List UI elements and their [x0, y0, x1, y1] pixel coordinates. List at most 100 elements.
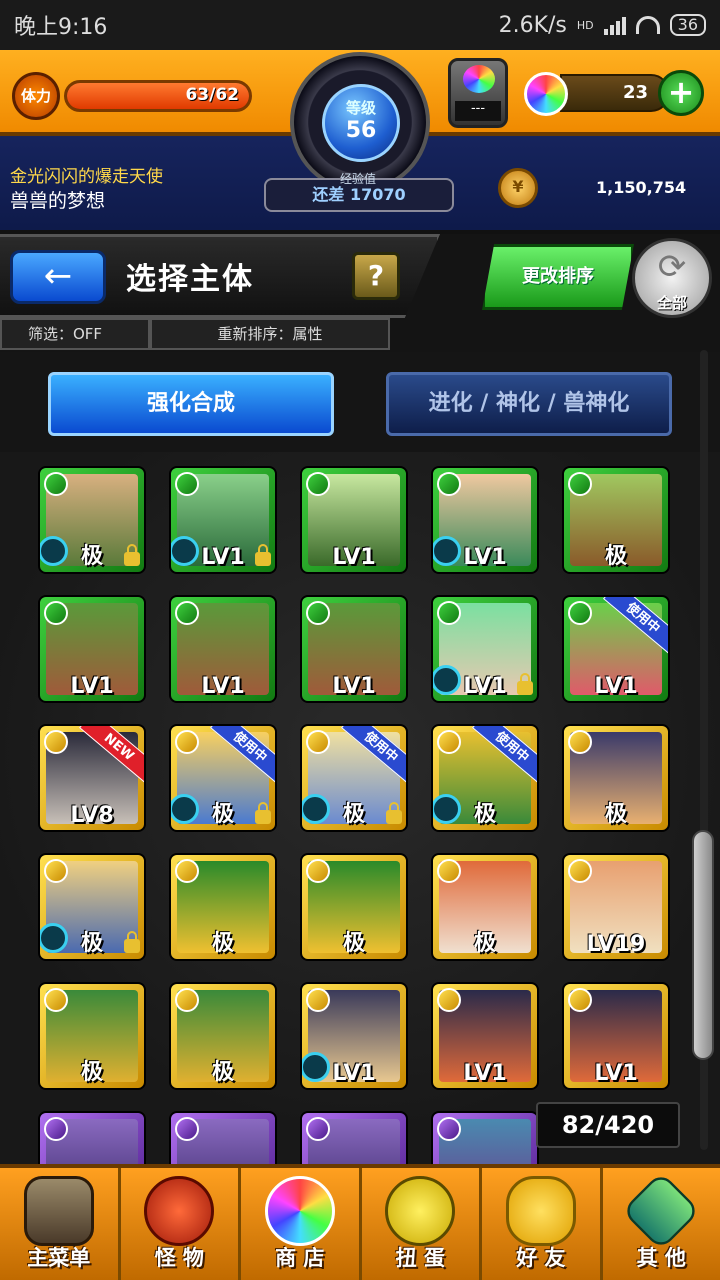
- stamina-bar: 63/62: [64, 80, 252, 112]
- monster-level: 极: [342, 931, 365, 956]
- monster-level: 极: [473, 802, 496, 827]
- nav-main-menu[interactable]: 主菜单: [0, 1168, 121, 1280]
- monster-level: 极: [604, 544, 627, 569]
- other-icon: [621, 1171, 701, 1251]
- monster-card[interactable]: 极: [169, 982, 277, 1090]
- monster-level: LV1: [201, 674, 245, 699]
- nav-label: 商 店: [275, 1246, 325, 1270]
- top-hud: 体力 63/62 等级 56 --- 23 + 金光闪闪的爆走天使 兽兽的梦想 …: [0, 50, 720, 230]
- monster-card[interactable]: [169, 1111, 277, 1164]
- nav-label: 其 他: [636, 1246, 686, 1270]
- level-core: 等级 56: [322, 84, 400, 162]
- tab-power-up[interactable]: 强化合成: [48, 372, 334, 436]
- nav-shop[interactable]: 商 店: [241, 1168, 362, 1280]
- page-header: ← 选择主体 ? 筛选：OFF 重新排序：属性 更改排序 ⟳ 全部: [0, 234, 720, 352]
- monster-card[interactable]: LV1: [169, 466, 277, 574]
- monster-card[interactable]: 极: [431, 853, 539, 961]
- scrollbar-thumb[interactable]: [692, 830, 714, 1060]
- egg-text: ---: [455, 101, 501, 121]
- element-icon: [44, 1117, 68, 1141]
- tab-evolve[interactable]: 进化 / 神化 / 兽神化: [386, 372, 672, 436]
- monster-icon: [144, 1176, 215, 1246]
- monster-card[interactable]: 极: [562, 724, 670, 832]
- nav-monster[interactable]: 怪 物: [121, 1168, 241, 1280]
- egg-slot[interactable]: ---: [448, 58, 508, 128]
- monster-card[interactable]: 极使用中: [300, 724, 408, 832]
- monster-level: 极: [80, 1060, 103, 1085]
- nav-gacha[interactable]: 扭 蛋: [362, 1168, 482, 1280]
- lock-icon: [124, 544, 140, 566]
- monster-level: LV1: [332, 674, 376, 699]
- element-icon: [44, 859, 68, 883]
- monster-card[interactable]: LV1 使用中: [562, 595, 670, 703]
- monster-card[interactable]: [300, 1111, 408, 1164]
- monster-card[interactable]: 极: [38, 466, 146, 574]
- player-title: 金光闪闪的爆走天使: [10, 167, 163, 187]
- element-icon: [437, 730, 461, 754]
- battery-icon: 36: [669, 14, 706, 36]
- stamina-value: 63/62: [185, 85, 239, 105]
- element-icon: [175, 1117, 199, 1141]
- nav-label: 主菜单: [27, 1246, 91, 1270]
- monster-level: LV1: [463, 1061, 507, 1086]
- monster-card[interactable]: LV1: [431, 595, 539, 703]
- main-menu-icon: [23, 1176, 94, 1246]
- hd-indicator: HD: [576, 18, 594, 32]
- bottom-nav: 主菜单 怪 物 商 店 扭 蛋 好 友 其 他: [0, 1164, 720, 1280]
- element-icon: [44, 730, 68, 754]
- monster-card[interactable]: [38, 1111, 146, 1164]
- monster-card[interactable]: LV1: [431, 982, 539, 1090]
- lock-icon: [517, 673, 533, 695]
- egg-icon: [463, 65, 495, 93]
- monster-card[interactable]: 极使用中: [169, 724, 277, 832]
- level-value: 56: [345, 118, 377, 143]
- monster-card[interactable]: LV1: [562, 982, 670, 1090]
- monster-card[interactable]: 极: [300, 853, 408, 961]
- monster-card[interactable]: LV8 NEW: [38, 724, 146, 832]
- monster-level: 极: [211, 1060, 234, 1085]
- net-speed: 2.6K/s: [498, 12, 567, 38]
- monster-card[interactable]: LV19: [562, 853, 670, 961]
- element-icon: [437, 1117, 461, 1141]
- monster-card[interactable]: LV1: [300, 466, 408, 574]
- filter-toggle[interactable]: 筛选：OFF: [0, 318, 150, 350]
- all-button[interactable]: ⟳ 全部: [632, 238, 712, 318]
- change-sort-button[interactable]: 更改排序: [482, 244, 634, 310]
- gacha-icon: [385, 1176, 456, 1246]
- help-button[interactable]: ?: [352, 252, 400, 300]
- rainbow-orb-icon: [524, 72, 568, 116]
- monster-level: LV1: [332, 1061, 376, 1086]
- monster-card[interactable]: 极: [38, 982, 146, 1090]
- monster-card[interactable]: [431, 1111, 539, 1164]
- monster-card[interactable]: LV1: [300, 595, 408, 703]
- nav-friend[interactable]: 好 友: [482, 1168, 603, 1280]
- monster-card[interactable]: 极: [562, 466, 670, 574]
- element-icon: [568, 601, 592, 625]
- tab-bar: 强化合成 进化 / 神化 / 兽神化: [0, 352, 720, 452]
- monster-card[interactable]: 极使用中: [431, 724, 539, 832]
- exp-label: 经验值: [340, 172, 377, 186]
- monster-card[interactable]: LV1: [300, 982, 408, 1090]
- monster-card[interactable]: LV1: [38, 595, 146, 703]
- nav-other[interactable]: 其 他: [603, 1168, 720, 1280]
- signal-icon: [603, 15, 626, 35]
- element-icon: [175, 988, 199, 1012]
- coin-icon: ¥: [498, 168, 538, 208]
- nav-label: 好 友: [516, 1246, 566, 1270]
- refresh-icon: ⟳: [657, 247, 687, 287]
- monster-card[interactable]: LV1: [169, 595, 277, 703]
- element-icon: [437, 859, 461, 883]
- monster-level: LV1: [332, 545, 376, 570]
- add-orbs-button[interactable]: +: [658, 70, 704, 116]
- back-button[interactable]: ←: [10, 250, 106, 304]
- monster-card[interactable]: 极: [38, 853, 146, 961]
- back-arrow-icon: ←: [43, 256, 73, 296]
- monster-card[interactable]: LV1: [431, 466, 539, 574]
- box-count: 82/420: [536, 1102, 680, 1148]
- element-icon: [306, 472, 330, 496]
- element-icon: [306, 601, 330, 625]
- monster-grid-area: 极 LV1 LV1 LV1 极 LV1 LV1 LV1 LV1 LV1 使用中 LV8 NEW 极使用中极…: [0, 452, 720, 1164]
- sort-toggle[interactable]: 重新排序：属性: [150, 318, 390, 350]
- stamina-icon: 体力: [12, 72, 60, 120]
- monster-card[interactable]: 极: [169, 853, 277, 961]
